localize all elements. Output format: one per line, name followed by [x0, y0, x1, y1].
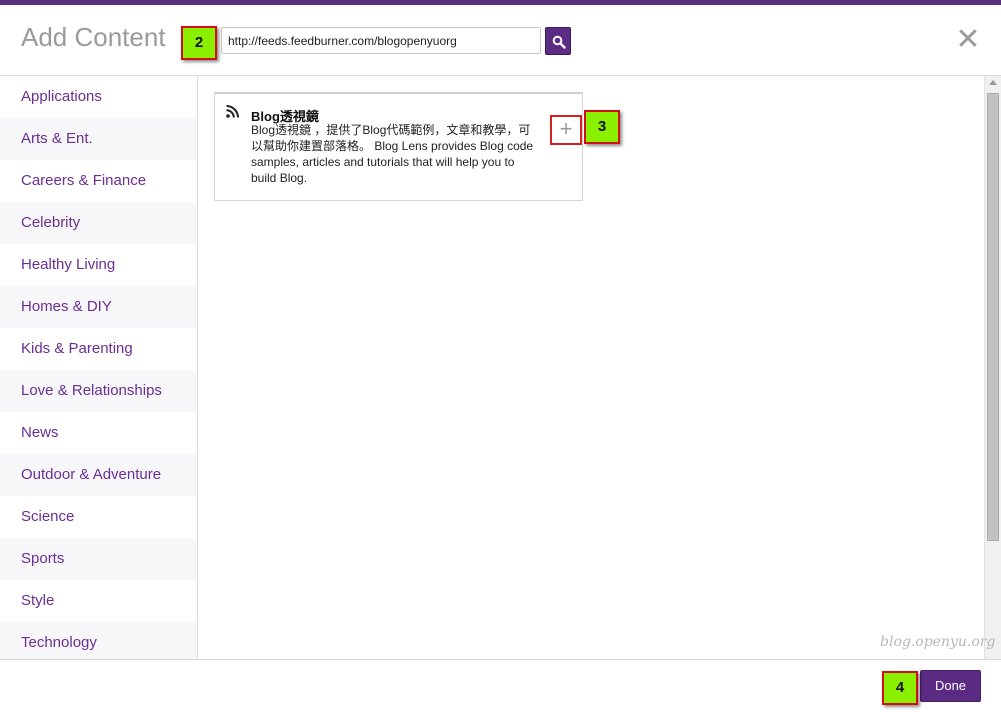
callout-marker-done: 4 — [882, 671, 918, 705]
sidebar-item-careers-finance[interactable]: Careers & Finance — [0, 160, 197, 202]
sidebar-item-arts-ent[interactable]: Arts & Ent. — [0, 118, 197, 160]
sidebar-item-style[interactable]: Style — [0, 580, 197, 622]
sidebar-item-love-relationships[interactable]: Love & Relationships — [0, 370, 197, 412]
dialog-footer: Done — [0, 659, 1001, 712]
sidebar-item-outdoor-adventure[interactable]: Outdoor & Adventure — [0, 454, 197, 496]
search-icon — [552, 35, 566, 49]
callout-marker-add: 3 — [584, 110, 620, 144]
dialog-header: Add Content ✕ — [0, 5, 1001, 76]
sidebar-item-kids-parenting[interactable]: Kids & Parenting — [0, 328, 197, 370]
sidebar-item-sports[interactable]: Sports — [0, 538, 197, 580]
sidebar-item-science[interactable]: Science — [0, 496, 197, 538]
sidebar-item-homes-diy[interactable]: Homes & DIY — [0, 286, 197, 328]
scrollbar-thumb[interactable] — [987, 93, 999, 541]
feed-result-card: Blog透視鏡 Blog透視鏡 ，提供了Blog代碼範例，文章和教學，可以幫助你… — [214, 92, 583, 201]
sidebar-item-applications[interactable]: Applications — [0, 76, 197, 118]
plus-icon: + — [559, 116, 573, 141]
sidebar-item-celebrity[interactable]: Celebrity — [0, 202, 197, 244]
results-panel: Blog透視鏡 Blog透視鏡 ，提供了Blog代碼範例，文章和教學，可以幫助你… — [198, 76, 984, 660]
close-button[interactable]: ✕ — [954, 25, 982, 55]
dialog-title: Add Content — [21, 22, 166, 52]
sidebar-item-healthy-living[interactable]: Healthy Living — [0, 244, 197, 286]
watermark-text: blog.openyu.org — [880, 634, 996, 650]
sidebar-item-news[interactable]: News — [0, 412, 197, 454]
search-button[interactable] — [545, 27, 571, 55]
sidebar-item-technology[interactable]: Technology — [0, 622, 197, 660]
category-sidebar: Applications Arts & Ent. Careers & Finan… — [0, 76, 198, 660]
feed-description: Blog透視鏡 ，提供了Blog代碼範例，文章和教學，可以幫助你建置部落格。 B… — [251, 123, 534, 185]
add-feed-button[interactable]: + — [550, 115, 582, 145]
feed-url-input[interactable] — [221, 27, 541, 54]
done-button[interactable]: Done — [920, 670, 981, 702]
callout-marker-search: 2 — [181, 26, 217, 60]
rss-icon — [226, 105, 239, 118]
scroll-up-arrow-icon[interactable] — [989, 80, 997, 85]
close-icon: ✕ — [955, 23, 981, 56]
vertical-scrollbar[interactable] — [984, 76, 1001, 660]
